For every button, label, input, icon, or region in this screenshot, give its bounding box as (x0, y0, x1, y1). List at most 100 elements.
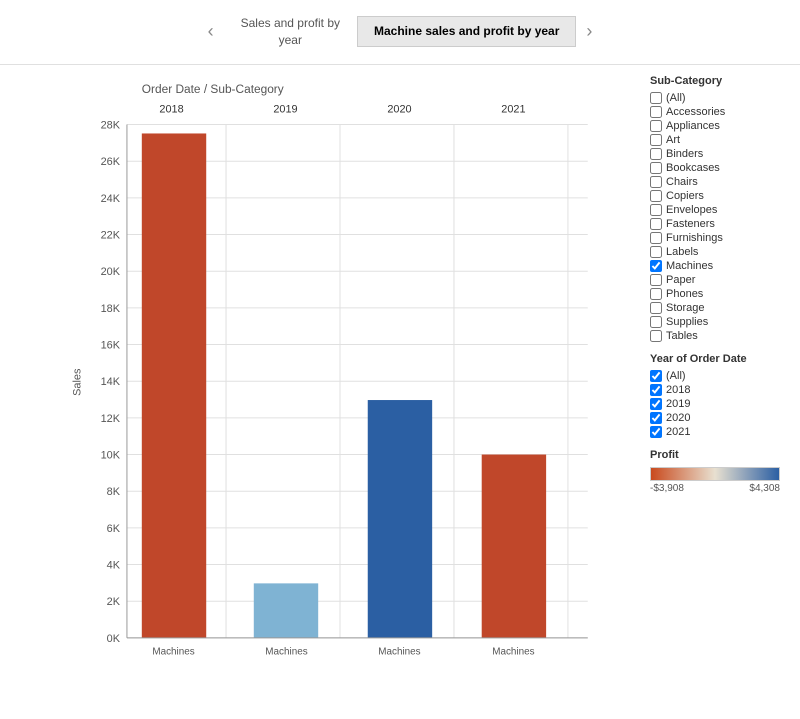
svg-text:Sales: Sales (71, 368, 83, 396)
checkbox-envelopes[interactable] (650, 204, 662, 216)
svg-text:Machines: Machines (378, 646, 420, 657)
svg-text:22K: 22K (101, 229, 121, 241)
checkbox-chairs[interactable] (650, 176, 662, 188)
year-checkbox-2021[interactable] (650, 426, 662, 438)
checkbox-(all)[interactable] (650, 92, 662, 104)
gradient-labels: -$3,908 $4,308 (650, 483, 780, 494)
checkbox-storage[interactable] (650, 302, 662, 314)
svg-text:2020: 2020 (387, 103, 411, 115)
subcategory-title: Sub-Category (650, 75, 790, 87)
year-item-2019: 2019 (650, 397, 790, 411)
svg-text:2019: 2019 (273, 103, 297, 115)
year-title: Year of Order Date (650, 353, 790, 365)
checkbox-furnishings[interactable] (650, 232, 662, 244)
svg-text:Machines: Machines (492, 646, 534, 657)
bar-2021[interactable] (482, 454, 546, 637)
header-nav: ‹ Sales and profit by year Machine sales… (0, 0, 800, 65)
svg-text:10K: 10K (101, 449, 121, 461)
svg-text:0K: 0K (107, 632, 121, 644)
year-label-2021: 2021 (666, 426, 690, 438)
svg-text:24K: 24K (101, 192, 121, 204)
year-label-(All): (All) (666, 370, 686, 382)
next-arrow[interactable]: › (576, 17, 602, 46)
label-phones: Phones (666, 288, 703, 300)
label-accessories: Accessories (666, 106, 725, 118)
main-content: Order Date / Sub-Category 2018 2019 2020… (0, 65, 800, 719)
filter-item-copiers: Copiers (650, 189, 790, 203)
checkbox-supplies[interactable] (650, 316, 662, 328)
tab-machine-sales[interactable]: Machine sales and profit by year (357, 16, 576, 47)
prev-arrow[interactable]: ‹ (198, 17, 224, 46)
checkbox-fasteners[interactable] (650, 218, 662, 230)
year-label-2020: 2020 (666, 412, 690, 424)
checkbox-binders[interactable] (650, 148, 662, 160)
label-copiers: Copiers (666, 190, 704, 202)
filter-item-machines: Machines (650, 259, 790, 273)
year-checkbox-2018[interactable] (650, 384, 662, 396)
checkbox-phones[interactable] (650, 288, 662, 300)
filter-item-(all): (All) (650, 91, 790, 105)
label-storage: Storage (666, 302, 705, 314)
filter-item-paper: Paper (650, 273, 790, 287)
checkbox-copiers[interactable] (650, 190, 662, 202)
checkbox-tables[interactable] (650, 330, 662, 342)
chart-area: Order Date / Sub-Category 2018 2019 2020… (0, 65, 640, 719)
svg-text:2018: 2018 (159, 103, 183, 115)
svg-text:2K: 2K (107, 596, 121, 608)
bar-2018[interactable] (142, 133, 206, 637)
checkbox-paper[interactable] (650, 274, 662, 286)
label-bookcases: Bookcases (666, 162, 720, 174)
label-fasteners: Fasteners (666, 218, 715, 230)
label-art: Art (666, 134, 680, 146)
label-paper: Paper (666, 274, 695, 286)
checkbox-appliances[interactable] (650, 120, 662, 132)
year-filters: (All) 2018 2019 2020 2021 (650, 369, 790, 439)
filter-item-binders: Binders (650, 147, 790, 161)
filter-item-art: Art (650, 133, 790, 147)
label-tables: Tables (666, 330, 698, 342)
checkbox-accessories[interactable] (650, 106, 662, 118)
label-machines: Machines (666, 260, 713, 272)
checkbox-labels[interactable] (650, 246, 662, 258)
checkbox-art[interactable] (650, 134, 662, 146)
svg-text:6K: 6K (107, 522, 121, 534)
label-binders: Binders (666, 148, 703, 160)
filter-item-labels: Labels (650, 245, 790, 259)
profit-min: -$3,908 (650, 483, 684, 494)
year-label-2019: 2019 (666, 398, 690, 410)
svg-text:4K: 4K (107, 559, 121, 571)
svg-text:26K: 26K (101, 156, 121, 168)
filter-item-supplies: Supplies (650, 315, 790, 329)
profit-title: Profit (650, 449, 790, 461)
bar-2019[interactable] (254, 583, 318, 638)
svg-text:18K: 18K (101, 302, 121, 314)
label-(all): (All) (666, 92, 686, 104)
year-checkbox-2019[interactable] (650, 398, 662, 410)
checkbox-machines[interactable] (650, 260, 662, 272)
svg-text:20K: 20K (101, 266, 121, 278)
svg-text:14K: 14K (101, 376, 121, 388)
bar-2020[interactable] (368, 400, 432, 638)
year-checkbox-2020[interactable] (650, 412, 662, 424)
subcategory-filters: (All) Accessories Appliances Art Binders Book… (650, 91, 790, 343)
year-item-2018: 2018 (650, 383, 790, 397)
label-furnishings: Furnishings (666, 232, 723, 244)
year-label-2018: 2018 (666, 384, 690, 396)
svg-text:16K: 16K (101, 339, 121, 351)
label-envelopes: Envelopes (666, 204, 717, 216)
svg-text:Order Date / Sub-Category: Order Date / Sub-Category (142, 81, 284, 95)
chart-svg: Order Date / Sub-Category 2018 2019 2020… (50, 75, 630, 689)
year-checkbox-(All)[interactable] (650, 370, 662, 382)
tab-sales-profit[interactable]: Sales and profit by year (224, 8, 357, 56)
filter-item-appliances: Appliances (650, 119, 790, 133)
checkbox-bookcases[interactable] (650, 162, 662, 174)
label-appliances: Appliances (666, 120, 720, 132)
profit-max: $4,308 (749, 483, 780, 494)
svg-text:8K: 8K (107, 486, 121, 498)
filter-item-chairs: Chairs (650, 175, 790, 189)
sidebar: Sub-Category (All) Accessories Appliances A… (640, 65, 800, 719)
filter-item-furnishings: Furnishings (650, 231, 790, 245)
svg-text:Machines: Machines (152, 646, 194, 657)
gradient-bar (650, 467, 780, 481)
label-chairs: Chairs (666, 176, 698, 188)
